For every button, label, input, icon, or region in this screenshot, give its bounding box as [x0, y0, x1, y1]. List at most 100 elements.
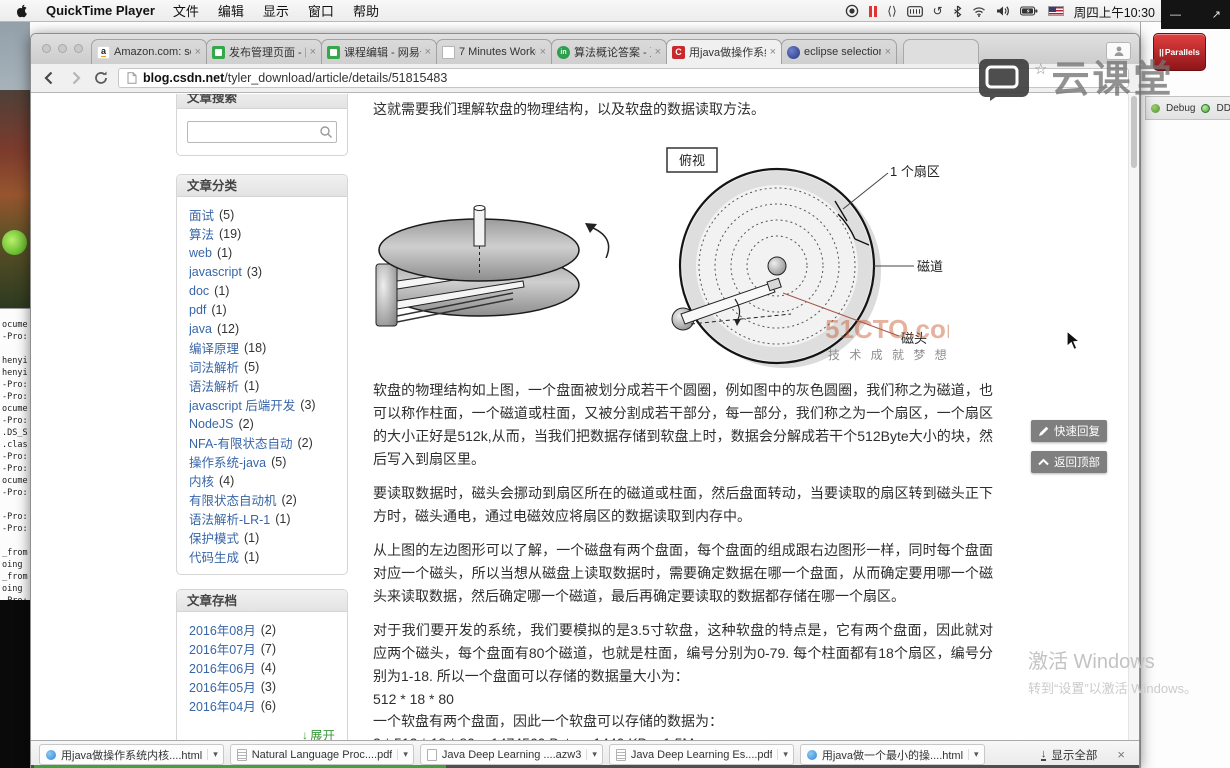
download-item[interactable]: Java Deep Learning Es....pdf ▾	[608, 744, 794, 765]
cloud-classroom-watermark: ☆ 云课堂	[978, 58, 1174, 102]
download-filename: Java Deep Learning Es....pdf	[630, 748, 773, 761]
input-language-flag-icon[interactable]	[1047, 6, 1064, 16]
quick-reply-label: 快速回复	[1054, 426, 1100, 438]
category-link[interactable]: pdf	[189, 303, 206, 317]
menubar-menu-item[interactable]: 显示	[263, 1, 289, 20]
archive-link[interactable]: 2016年08月	[189, 620, 256, 639]
vm-minimize-icon[interactable]: —	[1170, 9, 1181, 21]
category-link[interactable]: 保护模式	[189, 528, 239, 547]
parallels-label: Parallels	[1164, 47, 1200, 57]
archive-link[interactable]: 2016年04月	[189, 696, 256, 715]
terminal-line: -Pro:	[2, 488, 28, 498]
browser-tab[interactable]: 算法概论答案 - 豆丁网 ×	[551, 39, 667, 64]
back-button[interactable]	[41, 70, 58, 86]
category-link[interactable]: 词法解析	[189, 357, 239, 376]
menubar-clock[interactable]: 周四上午10:30	[1074, 2, 1155, 21]
tab-close-icon[interactable]: ×	[770, 46, 776, 58]
archive-link[interactable]: 2016年05月	[189, 677, 256, 696]
mouse-cursor	[1066, 330, 1081, 351]
bluetooth-icon[interactable]	[953, 3, 962, 19]
category-link[interactable]: web	[189, 246, 212, 260]
download-menu-caret[interactable]: ▾	[968, 749, 979, 760]
download-item[interactable]: 用java做操作系统内核....html ▾	[39, 744, 224, 765]
tab-close-icon[interactable]: ×	[655, 46, 661, 58]
category-link[interactable]: NFA-有限状态自动	[189, 433, 292, 452]
category-link[interactable]: 内核	[189, 471, 214, 490]
wallpaper-green-circle	[2, 230, 27, 255]
category-count: (1)	[244, 530, 260, 545]
category-link[interactable]: javascript 后端开发	[189, 395, 295, 414]
category-link[interactable]: 面试	[189, 205, 214, 224]
platter-top-view: 俯视 1 个扇区 磁道 磁头 51CTO.com 技 术 成 就 梦 想	[666, 147, 969, 368]
minimize-window-button[interactable]	[58, 44, 67, 53]
tab-close-icon[interactable]: ×	[195, 46, 201, 58]
apple-logo-icon[interactable]	[16, 3, 28, 19]
person-icon	[1114, 46, 1123, 56]
terminal-line: oing	[2, 560, 23, 570]
window-controls	[42, 44, 83, 53]
category-link[interactable]: 有限状态自动机	[189, 490, 277, 509]
reload-button[interactable]	[93, 70, 109, 86]
search-icon[interactable]	[319, 125, 333, 144]
category-link[interactable]: NodeJS	[189, 417, 233, 431]
recording-pause-icon[interactable]	[869, 3, 878, 19]
category-link[interactable]: javascript	[189, 265, 242, 279]
category-link[interactable]: java	[189, 322, 212, 336]
download-menu-caret[interactable]: ▾	[397, 749, 408, 760]
terminal-window-edge: ocume -Pro: henyi henyi -Pro: -Pro: ocume -Pro:…	[0, 308, 30, 600]
show-all-downloads-button[interactable]: ↓ 显示全部	[1033, 747, 1106, 763]
tab-close-icon[interactable]: ×	[425, 46, 431, 58]
tab-close-icon[interactable]: ×	[540, 46, 546, 58]
chevron-up-icon	[1038, 458, 1049, 466]
tab-close-icon[interactable]: ×	[885, 46, 891, 58]
tab-close-icon[interactable]: ×	[310, 46, 316, 58]
close-downloads-bar-icon[interactable]: ×	[1117, 747, 1125, 762]
close-window-button[interactable]	[42, 44, 51, 53]
article-search-input[interactable]	[187, 121, 337, 143]
browser-tab[interactable]: eclipse selection doe ×	[781, 39, 897, 64]
download-item[interactable]: Java Deep Learning ....azw3 ▾	[419, 744, 603, 765]
browser-tab[interactable]: 发布管理页面 - 网易云 ×	[206, 39, 322, 64]
menubar-menu-item[interactable]: 帮助	[353, 1, 379, 20]
download-item[interactable]: 用java做一个最小的操....html ▾	[799, 744, 985, 765]
category-link[interactable]: 语法解析-LR-1	[189, 509, 270, 528]
category-link[interactable]: 语法解析	[189, 376, 239, 395]
archive-link[interactable]: 2016年07月	[189, 639, 256, 658]
menubar-menu-item[interactable]: 编辑	[218, 1, 244, 20]
menubar-menu-item[interactable]: 文件	[173, 1, 199, 20]
category-link[interactable]: doc	[189, 284, 209, 298]
download-menu-caret[interactable]: ▾	[777, 749, 788, 760]
archive-link[interactable]: 2016年06月	[189, 658, 256, 677]
scrollbar-thumb[interactable]	[1131, 96, 1137, 168]
page-scrollbar[interactable]	[1128, 94, 1139, 740]
archive-expand-button[interactable]: ↓ 展开	[177, 723, 347, 741]
back-to-top-button[interactable]: 返回顶部	[1031, 451, 1107, 473]
keyboard-icon[interactable]	[906, 3, 923, 19]
battery-icon[interactable]	[1019, 3, 1038, 19]
category-link[interactable]: 算法	[189, 224, 214, 243]
category-link[interactable]: 编译原理	[189, 338, 239, 357]
menubar-menu-item[interactable]: 窗口	[308, 1, 334, 20]
download-menu-caret[interactable]: ▾	[586, 749, 597, 760]
zoom-window-button[interactable]	[74, 44, 83, 53]
quick-reply-button[interactable]: 快速回复	[1031, 420, 1107, 442]
category-link[interactable]: 操作系统-java	[189, 452, 266, 471]
download-menu-caret[interactable]: ▾	[207, 749, 218, 760]
browser-tab[interactable]: Amazon.com: search ×	[91, 39, 207, 64]
vm-resize-icon[interactable]: ↗	[1212, 8, 1221, 21]
forward-button[interactable]	[67, 70, 84, 86]
wifi-icon[interactable]	[972, 3, 986, 19]
browser-tab[interactable]: 用java做操作系统内核 ×	[666, 39, 782, 64]
screen-record-icon[interactable]	[845, 3, 859, 19]
category-link[interactable]: 代码生成	[189, 547, 239, 566]
ddms-perspective-button[interactable]: DDMS	[1216, 103, 1230, 114]
browser-tab[interactable]: 7 Minutes Workout ×	[436, 39, 552, 64]
dev-brackets-icon[interactable]: ⟨⟩	[887, 4, 896, 18]
menubar-app-name[interactable]: QuickTime Player	[46, 3, 155, 18]
new-tab-button[interactable]	[903, 39, 979, 64]
volume-icon[interactable]	[996, 3, 1010, 19]
download-item[interactable]: Natural Language Proc....pdf ▾	[229, 744, 414, 765]
debug-perspective-button[interactable]: Debug	[1166, 103, 1195, 114]
browser-tab[interactable]: 课程编辑 - 网易云课堂 ×	[321, 39, 437, 64]
time-machine-icon[interactable]: ↺	[933, 4, 943, 18]
